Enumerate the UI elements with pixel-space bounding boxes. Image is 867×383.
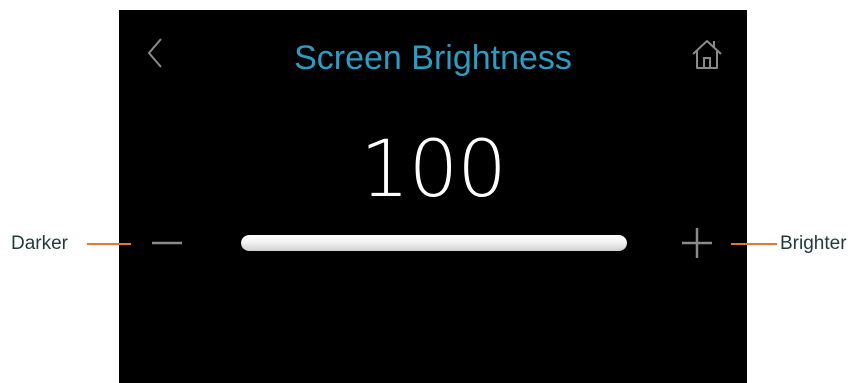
darker-callout-label: Darker bbox=[11, 233, 69, 254]
page-title: Screen Brightness bbox=[294, 39, 572, 77]
brightness-screen: Screen Brightness 100 bbox=[119, 10, 747, 383]
home-button[interactable] bbox=[687, 34, 727, 74]
minus-icon bbox=[152, 241, 182, 245]
home-icon bbox=[692, 40, 722, 69]
brightness-slider-fill bbox=[241, 235, 627, 251]
darker-callout-leader bbox=[87, 243, 131, 245]
brighter-callout-label: Brighter bbox=[780, 233, 847, 254]
increase-brightness-button[interactable] bbox=[679, 225, 715, 261]
decrease-brightness-button[interactable] bbox=[149, 225, 185, 261]
brighter-callout-leader bbox=[731, 243, 777, 245]
brightness-value: 100 bbox=[360, 125, 507, 215]
plus-icon bbox=[682, 228, 712, 258]
brightness-slider[interactable] bbox=[241, 235, 627, 251]
